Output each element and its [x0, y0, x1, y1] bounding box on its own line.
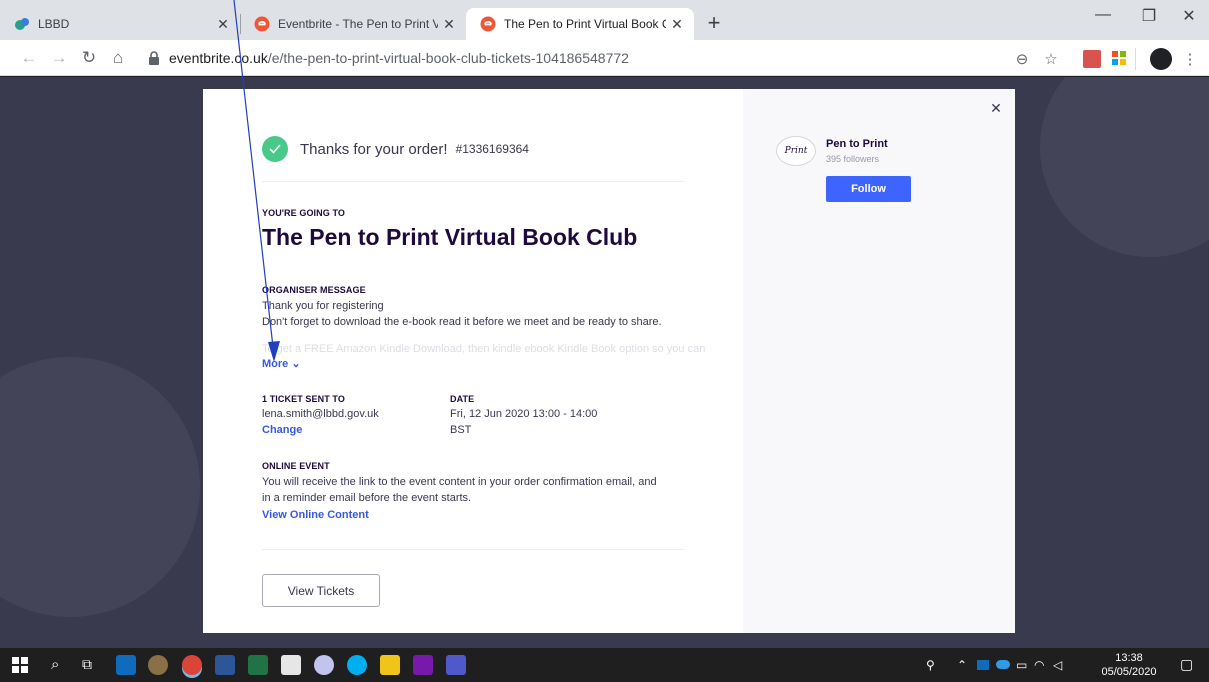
wifi-icon[interactable]: ◠: [1034, 658, 1044, 672]
network-icon[interactable]: ▭: [1016, 658, 1027, 672]
tab-active-book-club[interactable]: The Pen to Print Virtual Book Clu ✕: [466, 8, 694, 40]
organiser-followers: 395 followers: [826, 154, 880, 164]
outlook-tray-icon[interactable]: [977, 660, 989, 670]
close-tab-icon[interactable]: ✕: [212, 16, 234, 33]
close-window-icon[interactable]: ✕: [1166, 6, 1209, 26]
lbbd-favicon-icon: [15, 18, 29, 30]
background-shape: [1040, 77, 1209, 257]
search-icon[interactable]: ⌕: [51, 656, 59, 673]
chevron-down-icon: ⌄: [291, 358, 301, 370]
zoom-icon[interactable]: ⊖: [1013, 50, 1031, 68]
going-label: YOU'RE GOING TO: [262, 208, 345, 218]
follow-button[interactable]: Follow: [826, 176, 911, 202]
clock-time: 13:38: [1115, 652, 1143, 664]
organiser-message-line: Don't forget to download the e-book read…: [262, 316, 662, 328]
online-event-text: in a reminder email before the event sta…: [262, 492, 472, 504]
close-tab-icon[interactable]: ✕: [438, 16, 460, 33]
toolbar-divider: [1135, 48, 1136, 70]
chevron-up-icon[interactable]: ⌃: [957, 658, 967, 672]
online-event-label: ONLINE EVENT: [262, 461, 330, 471]
divider: [262, 549, 684, 550]
ticket-email: lena.smith@lbbd.gov.uk: [262, 408, 379, 420]
thanks-text: Thanks for your order!: [300, 140, 448, 158]
eventbrite-favicon-icon: [254, 16, 270, 32]
browser-toolbar: ← → ↻ ⌂ eventbrite.co.uk/e/the-pen-to-pr…: [0, 40, 1209, 76]
taskbar-clock[interactable]: 13:38 05/05/2020: [1099, 651, 1159, 679]
view-online-content-link[interactable]: View Online Content: [262, 509, 369, 521]
people-icon[interactable]: ⚲: [926, 658, 935, 672]
ticket-sent-label: 1 TICKET SENT TO: [262, 394, 345, 404]
file-explorer-icon[interactable]: [380, 655, 400, 675]
minimize-icon[interactable]: —: [1080, 6, 1126, 24]
tab-bar: LBBD ✕ Eventbrite - The Pen to Print Vir…: [0, 0, 1209, 40]
lock-icon: [149, 51, 159, 65]
event-timezone: BST: [450, 424, 472, 436]
snipping-tool-icon[interactable]: [314, 655, 334, 675]
event-title: The Pen to Print Virtual Book Club: [262, 224, 638, 250]
forward-icon[interactable]: →: [48, 48, 70, 68]
check-icon: [262, 136, 288, 162]
reload-icon[interactable]: ↻: [78, 48, 100, 68]
onenote-icon[interactable]: [413, 655, 433, 675]
onedrive-icon[interactable]: [996, 660, 1010, 669]
excel-icon[interactable]: [248, 655, 268, 675]
new-tab-icon[interactable]: +: [701, 10, 727, 36]
task-view-icon[interactable]: ⧉: [82, 656, 92, 673]
close-modal-icon[interactable]: ✕: [988, 100, 1004, 117]
back-icon[interactable]: ←: [18, 48, 40, 68]
pen-to-print-logo: Print: [776, 136, 816, 166]
tab-title: Eventbrite - The Pen to Print Virtu: [278, 17, 438, 31]
calculator-icon[interactable]: [281, 655, 301, 675]
date-label: DATE: [450, 394, 475, 404]
background-shape: [0, 357, 200, 617]
volume-icon[interactable]: ◁: [1053, 658, 1062, 672]
view-tickets-button[interactable]: View Tickets: [262, 574, 380, 607]
tab-title: LBBD: [38, 17, 70, 31]
organiser-name: Pen to Print: [826, 138, 888, 150]
teams-icon[interactable]: [446, 655, 466, 675]
home-icon[interactable]: ⌂: [107, 48, 129, 68]
notifications-icon[interactable]: ▢: [1180, 656, 1193, 673]
organiser-message-label: ORGANISER MESSAGE: [262, 285, 366, 295]
skype-icon[interactable]: [347, 655, 367, 675]
profile-avatar[interactable]: [1150, 48, 1172, 70]
tab-eventbrite[interactable]: Eventbrite - The Pen to Print Virtu ✕: [240, 8, 466, 40]
word-icon[interactable]: [215, 655, 235, 675]
thanks-header: Thanks for your order! #1336169364: [262, 136, 529, 162]
windows-taskbar: ⌕ ⧉ ⚲ ⌃ ▭ ◠ ◁ 13:38 05/05/2020 ▢: [0, 648, 1209, 682]
pdf-extension-icon[interactable]: [1083, 50, 1101, 68]
bookmark-star-icon[interactable]: ☆: [1042, 50, 1060, 68]
order-number: #1336169364: [455, 142, 529, 156]
paint-icon[interactable]: [148, 655, 168, 675]
chrome-icon[interactable]: [182, 655, 202, 675]
divider: [262, 181, 684, 182]
more-label: More: [262, 358, 289, 370]
online-event-text: You will receive the link to the event c…: [262, 476, 657, 488]
organiser-message-line: Thank you for registering: [262, 300, 384, 312]
tab-title: The Pen to Print Virtual Book Clu: [504, 17, 666, 31]
more-link[interactable]: More ⌄: [262, 357, 301, 370]
url-host: eventbrite.co.uk: [169, 50, 268, 66]
order-confirmation-modal: Thanks for your order! #1336169364 YOU'R…: [203, 89, 1015, 633]
windows-extension-icon[interactable]: [1110, 50, 1128, 68]
event-date: Fri, 12 Jun 2020 13:00 - 14:00: [450, 408, 598, 420]
change-email-link[interactable]: Change: [262, 424, 302, 436]
close-tab-icon[interactable]: ✕: [666, 16, 688, 33]
eventbrite-favicon-icon: [480, 16, 496, 32]
menu-kebab-icon[interactable]: ⋮: [1181, 50, 1199, 68]
tab-lbbd[interactable]: LBBD ✕: [0, 8, 240, 40]
clock-date: 05/05/2020: [1101, 666, 1157, 678]
modal-main-panel: Thanks for your order! #1336169364 YOU'R…: [203, 89, 743, 633]
organiser-side-panel: ✕ Print Pen to Print 395 followers Follo…: [743, 89, 1015, 633]
url-text: eventbrite.co.uk/e/the-pen-to-print-virt…: [169, 50, 629, 66]
address-bar[interactable]: eventbrite.co.uk/e/the-pen-to-print-virt…: [140, 43, 1010, 73]
organiser-message-faded: To get a FREE Amazon Kindle Download, th…: [262, 343, 706, 355]
outlook-icon[interactable]: [116, 655, 136, 675]
page-background: Thanks for your order! #1336169364 YOU'R…: [0, 77, 1209, 648]
url-path: /e/the-pen-to-print-virtual-book-club-ti…: [267, 50, 629, 66]
windows-start-icon[interactable]: [12, 657, 28, 673]
